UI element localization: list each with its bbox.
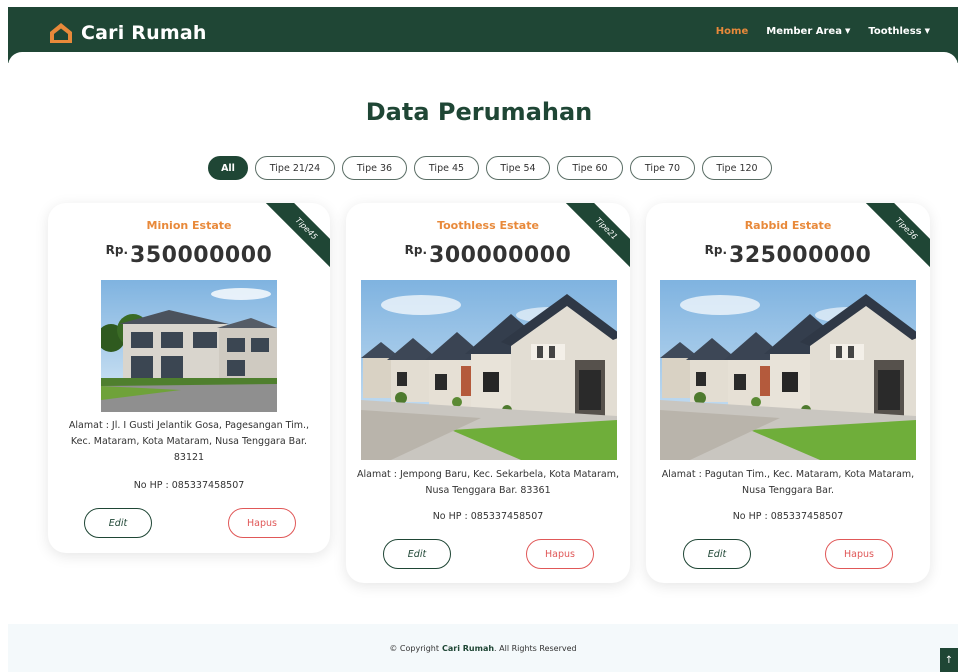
price-prefix: Rp. bbox=[704, 243, 728, 257]
filter-tipe-60[interactable]: Tipe 60 bbox=[557, 156, 623, 180]
edit-button[interactable]: Edit bbox=[683, 539, 751, 569]
listing-photo bbox=[361, 280, 617, 460]
listing-card: Tipe45 Minion Estate Rp.350000000 Alamat… bbox=[48, 203, 330, 553]
price-prefix: Rp. bbox=[105, 243, 129, 257]
filter-tipe-36[interactable]: Tipe 36 bbox=[342, 156, 407, 180]
filter-all[interactable]: All bbox=[208, 156, 248, 180]
nav-item-label: Toothless bbox=[868, 26, 922, 37]
page-title: Data Perumahan bbox=[365, 98, 593, 126]
listing-photo bbox=[101, 280, 277, 412]
listing-address: Alamat : Pagutan Tim., Kec. Mataram, Kot… bbox=[661, 469, 915, 496]
back-to-top-button[interactable]: ↑ bbox=[940, 648, 958, 672]
listing-photo bbox=[660, 280, 916, 460]
listing-phone: No HP : 085337458507 bbox=[133, 480, 245, 491]
listing-card: Tipe36 Rabbid Estate Rp.325000000 Alamat… bbox=[646, 203, 930, 583]
copyright-brand: Cari Rumah bbox=[442, 643, 495, 653]
listing-price: Rp.350000000 bbox=[48, 243, 330, 268]
filter-tipe-120[interactable]: Tipe 120 bbox=[702, 156, 772, 180]
listing-name: Minion Estate bbox=[146, 219, 232, 232]
listing-name: Rabbid Estate bbox=[744, 219, 832, 232]
delete-button[interactable]: Hapus bbox=[825, 539, 893, 569]
filter-tipe-70[interactable]: Tipe 70 bbox=[630, 156, 695, 180]
listing-card: Tipe21 Toothless Estate Rp.300000000 Ala… bbox=[346, 203, 630, 583]
listing-phone: No HP : 085337458507 bbox=[432, 511, 544, 522]
filter-tipe-21-24[interactable]: Tipe 21/24 bbox=[255, 156, 335, 180]
arrow-up-icon: ↑ bbox=[944, 654, 954, 666]
nav-menu: Home Member Area ▼ Toothless ▼ bbox=[716, 26, 930, 37]
listing-address: Alamat : Jl. I Gusti Jelantik Gosa, Page… bbox=[68, 420, 310, 463]
caret-down-icon: ▼ bbox=[924, 27, 930, 35]
delete-button[interactable]: Hapus bbox=[228, 508, 296, 538]
nav-item-home[interactable]: Home bbox=[716, 26, 748, 37]
nav-item-member-area[interactable]: Member Area ▼ bbox=[766, 26, 850, 37]
footer: © Copyright Cari Rumah. All Rights Reser… bbox=[8, 624, 958, 672]
price-value: 350000000 bbox=[130, 243, 273, 268]
listing-price: Rp.300000000 bbox=[346, 243, 630, 268]
filter-tipe-45[interactable]: Tipe 45 bbox=[414, 156, 479, 180]
nav-item-label: Member Area bbox=[766, 26, 842, 37]
house-icon bbox=[50, 23, 72, 43]
nav-item-label: Home bbox=[715, 26, 749, 37]
navbar-curve bbox=[8, 52, 958, 68]
brand-name: Cari Rumah bbox=[81, 22, 207, 44]
nav-item-toothless[interactable]: Toothless ▼ bbox=[868, 26, 930, 37]
copyright-prefix: © Copyright bbox=[389, 643, 440, 653]
listing-name: Toothless Estate bbox=[437, 219, 539, 232]
listing-price: Rp.325000000 bbox=[646, 243, 930, 268]
caret-down-icon: ▼ bbox=[844, 27, 851, 35]
filter-bar: All Tipe 21/24 Tipe 36 Tipe 45 Tipe 54 T… bbox=[208, 156, 772, 180]
price-prefix: Rp. bbox=[404, 243, 428, 257]
brand-logo-link[interactable]: Cari Rumah bbox=[48, 21, 207, 45]
edit-button[interactable]: Edit bbox=[84, 508, 152, 538]
listing-phone: No HP : 085337458507 bbox=[732, 511, 844, 522]
price-value: 325000000 bbox=[729, 243, 872, 268]
delete-button[interactable]: Hapus bbox=[526, 539, 594, 569]
listing-address: Alamat : Jempong Baru, Kec. Sekarbela, K… bbox=[357, 469, 619, 496]
price-value: 300000000 bbox=[429, 243, 572, 268]
filter-tipe-54[interactable]: Tipe 54 bbox=[486, 156, 550, 180]
copyright-suffix: . All Rights Reserved bbox=[494, 643, 577, 653]
edit-button[interactable]: Edit bbox=[383, 539, 451, 569]
